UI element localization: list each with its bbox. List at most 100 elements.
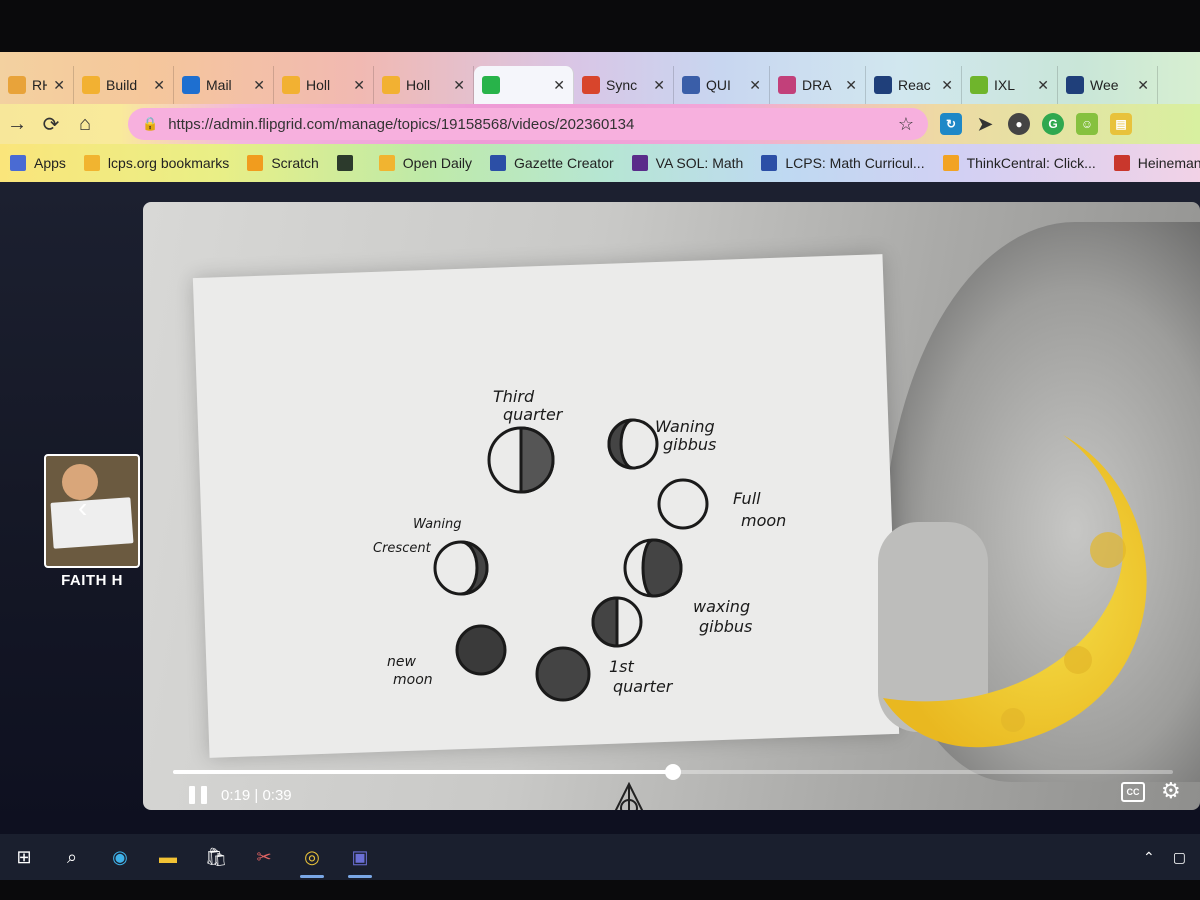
bookmark-8[interactable]: ThinkCentral: Click... [942,155,1096,171]
grammarly-icon[interactable]: G [1042,113,1064,135]
cursor-extension-icon[interactable]: ➤ [974,113,996,135]
bookmark-9[interactable]: Heinemann [1113,155,1200,171]
snip-icon[interactable]: ✂ [240,834,288,880]
pause-button[interactable] [189,786,207,804]
deathly-hallows-logo-icon [614,782,644,810]
bookmark-6[interactable]: VA SOL: Math [631,155,744,171]
tab-5[interactable]: ✕ [474,66,574,104]
progress-bar[interactable] [173,764,1173,780]
label-new-moon-1: new [387,654,416,670]
progress-fill [173,770,673,774]
notes-extension-icon[interactable]: ▤ [1110,113,1132,135]
close-tab-icon[interactable]: ✕ [453,77,465,94]
bookmark-label: LCPS: Math Curricul... [785,155,925,171]
bottom-bezel [0,880,1200,900]
bookmark-flag-icon [631,155,648,171]
close-tab-icon[interactable]: ✕ [749,77,761,94]
edge-icon[interactable]: ◉ [96,834,144,880]
bookmark-label: Open Daily [402,155,473,171]
tab-6[interactable]: Sync ✕ [574,66,674,104]
progress-scrubber[interactable] [665,764,681,780]
s-icon [1066,76,1084,94]
tab-title: IXL [994,77,1016,93]
student-video-thumbnail[interactable]: ‹ [44,454,140,568]
tab-title: DRA [802,77,832,93]
label-full-moon-1: Full [733,489,761,508]
back-arrow-icon[interactable]: → [0,107,34,141]
label-waning-crescent-1: Waning [413,517,461,532]
bookmark-5[interactable]: Gazette Creator [490,155,614,171]
time-separator: | [250,787,263,804]
bookmark-4[interactable]: Open Daily [378,155,473,171]
home-icon[interactable]: ⌂ [68,107,102,141]
full-moon [657,478,709,530]
s-icon [682,76,700,94]
face-extension-icon[interactable]: ☺ [1076,113,1098,135]
close-tab-icon[interactable]: ✕ [845,77,857,94]
tab-strip: RHL✕Build✕Mail✕Holl✕Holl✕✕Sync✕QUI✕DRA✕R… [0,52,1200,104]
tab-4[interactable]: Holl ✕ [374,66,474,104]
folder-icon [378,155,395,171]
close-tab-icon[interactable]: ✕ [253,77,265,94]
close-tab-icon[interactable]: ✕ [553,77,565,94]
slides-icon [382,76,400,94]
tab-9[interactable]: Reac ✕ [866,66,962,104]
tab-title: Build [106,77,138,93]
bookmark-3[interactable] [336,155,361,171]
close-tab-icon[interactable]: ✕ [1037,77,1049,94]
student-sign [50,497,134,549]
bookmark-1[interactable]: lcps.org bookmarks [83,155,230,171]
owl-extension-icon[interactable]: ● [1008,113,1030,135]
bookmark-label: lcps.org bookmarks [107,155,230,171]
tab-8[interactable]: DRA ✕ [770,66,866,104]
closed-captions-button[interactable]: CC [1121,782,1145,802]
tab-11[interactable]: Wee ✕ [1058,66,1158,104]
close-tab-icon[interactable]: ✕ [353,77,365,94]
extension-refresh-icon[interactable]: ↻ [940,113,962,135]
slides-icon [82,76,100,94]
label-waxing-gibbous-1: waxing [693,597,750,616]
chrome-icon[interactable]: ◎ [288,834,336,880]
bookmark-2[interactable]: Scratch [247,155,319,171]
close-tab-icon[interactable]: ✕ [53,77,65,94]
file-explorer-icon[interactable]: ▬ [144,834,192,880]
close-tab-icon[interactable]: ✕ [941,77,953,94]
tab-title: Sync [606,77,638,93]
tab-3[interactable]: Holl ✕ [274,66,374,104]
scratch-icon [247,155,264,171]
notification-icon[interactable]: ▢ [1173,849,1186,866]
close-tab-icon[interactable]: ✕ [1137,77,1149,94]
chevron-up-icon[interactable]: ⌃ [1143,849,1155,866]
bookmark-star-icon[interactable]: ☆ [898,114,914,135]
folder-icon [83,155,100,171]
tab-7[interactable]: QUI ✕ [674,66,770,104]
chevron-left-icon[interactable]: ‹ [78,492,87,524]
tab-0[interactable]: RHL ✕ [0,66,74,104]
tab-2[interactable]: Mail ✕ [174,66,274,104]
bookmark-7[interactable]: LCPS: Math Curricul... [761,155,925,171]
bookmark-label: Scratch [271,155,319,171]
store-icon[interactable]: 🛍 [192,834,240,880]
label-third-quarter-1: Third [493,387,535,406]
address-bar[interactable]: 🔒 https://admin.flipgrid.com/manage/topi… [128,108,928,140]
bookmark-label: VA SOL: Math [655,155,744,171]
close-tab-icon[interactable]: ✕ [153,77,165,94]
video-player[interactable]: Third quarter Waning gibbus Full moon Wa… [143,202,1200,810]
reload-icon[interactable]: ⟳ [34,107,68,141]
bookmark-label: Heinemann [1137,155,1200,171]
tab-1[interactable]: Build ✕ [74,66,174,104]
search-icon[interactable]: ⌕ [48,834,96,880]
tab-title: QUI [706,77,731,93]
windows-start-icon[interactable]: ⊞ [0,834,48,880]
tab-10[interactable]: IXL ✕ [962,66,1058,104]
lock-icon: 🔒 [142,116,159,131]
bookmark-0[interactable]: Apps [10,155,66,171]
settings-gear-icon[interactable]: ⚙ [1161,778,1181,804]
slides-icon [282,76,300,94]
label-waning-gibbous-1: Waning [655,417,715,436]
duration: 0:39 [262,787,292,804]
teams-icon[interactable]: ▣ [336,834,384,880]
bookmark-label: Gazette Creator [514,155,614,171]
timecode: 0:19 | 0:39 [221,787,292,804]
close-tab-icon[interactable]: ✕ [653,77,665,94]
